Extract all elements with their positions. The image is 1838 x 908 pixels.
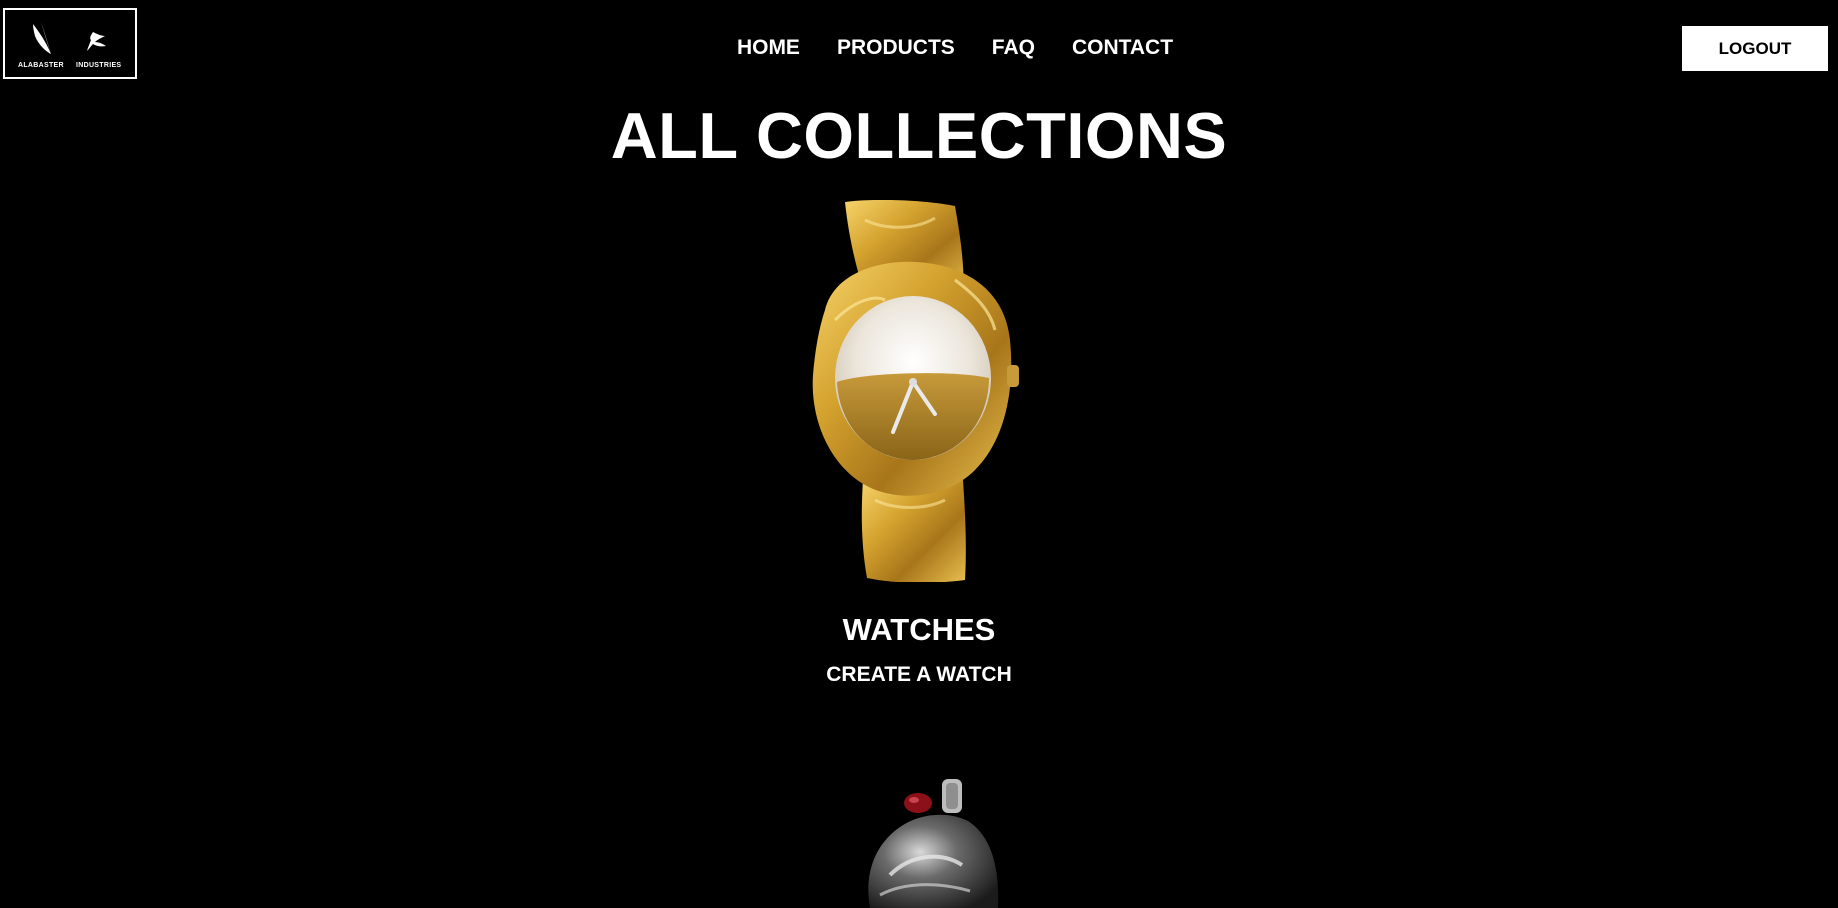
page: ALABASTER INDUSTRIES HOME PRODUCTS FAQ C… <box>0 0 1838 908</box>
logo-text-left: ALABASTER <box>18 62 64 69</box>
gold-watch-image[interactable] <box>805 200 1030 582</box>
logo-text-right: INDUSTRIES <box>76 62 122 69</box>
collection-title-watches: WATCHES <box>842 612 996 647</box>
nav-products-link[interactable]: PRODUCTS <box>837 36 955 60</box>
nav-home-link[interactable]: HOME <box>737 36 800 60</box>
logout-button[interactable]: LOGOUT <box>1682 26 1828 71</box>
nav-faq-link[interactable]: FAQ <box>992 36 1035 60</box>
nav-contact-link[interactable]: CONTACT <box>1072 36 1173 60</box>
ring-image[interactable] <box>840 765 1010 908</box>
main-nav: HOME PRODUCTS FAQ CONTACT <box>0 36 1838 60</box>
create-watch-link-wrap: CREATE A WATCH <box>0 663 1838 687</box>
create-watch-link[interactable]: CREATE A WATCH <box>826 663 1011 686</box>
page-title: ALL COLLECTIONS <box>610 99 1228 172</box>
